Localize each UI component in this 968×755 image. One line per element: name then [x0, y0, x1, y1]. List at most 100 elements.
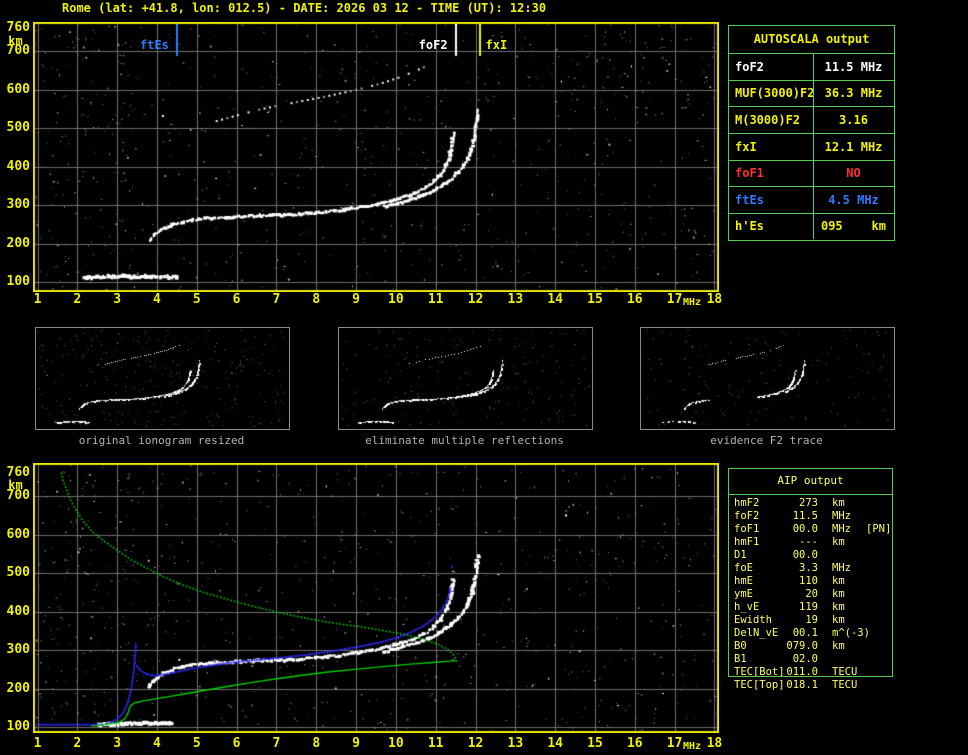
x-tick-label: 13: [507, 292, 524, 307]
y-tick-label: 200: [6, 680, 30, 696]
autoscala-value: 12.1 MHz: [824, 140, 883, 154]
x-tick-label: 16: [626, 292, 643, 307]
aip-value: 119: [799, 601, 818, 613]
autoscala-value: 3.16: [839, 113, 868, 127]
thumbnail-caption-original: original ionogram resized: [78, 434, 245, 447]
x-tick-label: 2: [73, 292, 82, 307]
aip-row: hmF1 --- km: [728, 536, 893, 549]
aip-value: 11.5: [792, 510, 818, 522]
x-tick-label: 5: [192, 736, 201, 751]
aip-row: foE 3.3 MHz: [728, 562, 893, 575]
x-tick-label: 6: [232, 736, 241, 751]
marker-label-fof2: foF2: [418, 38, 448, 52]
autoscala-row: h'Es 095 km: [729, 213, 894, 239]
thumbnail-original-ionogram: [35, 327, 290, 430]
x-axis-unit-label: MHz: [683, 297, 702, 308]
y-tick-label: 760: [6, 464, 30, 480]
aip-unit: km: [832, 575, 845, 587]
autoscala-row: MUF(3000)F2 36.3 MHz: [729, 80, 894, 106]
aip-unit: km: [832, 601, 845, 613]
aip-unit: MHz: [832, 523, 851, 535]
aip-unit: km: [832, 640, 845, 652]
aip-row: DelN_vE 00.1 m^(-3): [728, 627, 893, 640]
autoscala-label: MUF(3000)F2: [735, 86, 815, 100]
x-tick-label: 12: [467, 736, 484, 751]
aip-row: B0 079.0 km: [728, 640, 893, 653]
x-tick-label: 15: [587, 292, 603, 307]
x-tick-label: 10: [388, 292, 404, 307]
top-ionogram-canvas: [33, 22, 719, 292]
aip-row: B1 02.0: [728, 653, 893, 666]
x-tick-label: 17: [666, 736, 683, 751]
y-tick-label: 200: [6, 235, 30, 251]
autoscala-label: fxI: [735, 140, 757, 154]
thumbnail-evidence-canvas: [641, 328, 892, 427]
autoscala-row: foF2 11.5 MHz: [729, 53, 894, 80]
aip-row: ymE 20 km: [728, 588, 893, 601]
x-tick-label: 2: [73, 736, 82, 751]
aip-note: [PN]: [866, 523, 892, 535]
x-tick-label: 11: [427, 736, 444, 751]
autoscala-value: 4.5 MHz: [828, 193, 879, 207]
x-tick-label: 6: [232, 292, 241, 307]
aip-row: foF1 00.0 MHz [PN]: [728, 523, 893, 536]
autoscala-column-divider: [813, 53, 814, 239]
thumbnail-original-canvas: [36, 328, 287, 427]
x-tick-label: 5: [192, 292, 201, 307]
autoscala-label: ftEs: [735, 193, 764, 207]
thumbnail-eliminate-canvas: [339, 328, 590, 427]
aip-value: 00.1: [792, 627, 818, 639]
stage: Rome (lat: +41.8, lon: 012.5) - DATE: 20…: [0, 0, 968, 755]
autoscala-value: 095 km: [820, 219, 887, 233]
autoscala-value: 11.5 MHz: [824, 60, 883, 74]
aip-value: 011.0: [786, 666, 818, 678]
aip-row: foF2 11.5 MHz: [728, 510, 893, 523]
y-axis-unit-label: km: [8, 478, 23, 492]
aip-row: D1 00.0: [728, 549, 893, 562]
aip-row: TEC[Bot] 011.0 TECU: [728, 666, 893, 679]
x-tick-label: 3: [113, 292, 122, 307]
x-tick-label: 10: [388, 736, 404, 751]
aip-unit: MHz: [832, 562, 851, 574]
y-axis-unit-label: km: [8, 34, 23, 48]
autoscala-row: fxI 12.1 MHz: [729, 133, 894, 160]
x-tick-label: 4: [153, 736, 161, 751]
y-tick-label: 100: [6, 274, 30, 289]
autoscala-row: ftEs 4.5 MHz: [729, 186, 894, 213]
aip-value: 19: [805, 614, 818, 626]
aip-value: 00.0: [792, 549, 818, 561]
y-tick-label: 100: [6, 719, 30, 734]
x-tick-label: 9: [352, 736, 360, 751]
x-tick-label: 17: [666, 292, 683, 307]
aip-rows: hmF2 273 km foF2 11.5 MHz foF1 00.0 MHz [PN] hmF1-…: [728, 497, 893, 692]
x-tick-label: 7: [272, 292, 281, 307]
aip-row: h_vE 119 km: [728, 601, 893, 614]
aip-unit: km: [832, 614, 845, 626]
x-tick-label: 15: [587, 736, 603, 751]
aip-unit: m^(-3): [832, 627, 870, 639]
aip-value: 110: [799, 575, 818, 587]
autoscala-value: NO: [846, 166, 861, 180]
y-tick-label: 300: [6, 642, 30, 657]
x-tick-label: 1: [33, 736, 42, 751]
thumbnail-caption-eliminate: eliminate multiple reflections: [365, 434, 564, 447]
x-tick-label: 9: [352, 292, 360, 307]
bottom-ionogram-plot: [33, 463, 719, 733]
x-tick-label: 16: [626, 736, 643, 751]
aip-value: 079.0: [786, 640, 818, 652]
x-tick-label: 13: [507, 736, 524, 751]
top-ionogram-plot: [33, 22, 719, 292]
x-tick-label: 7: [272, 736, 281, 751]
aip-value: 018.1: [786, 679, 818, 691]
aip-unit: km: [832, 497, 845, 509]
x-tick-label: 4: [153, 292, 161, 307]
aip-row: Ewidth 19 km: [728, 614, 893, 627]
x-tick-label: 8: [312, 736, 321, 751]
x-tick-label: 14: [547, 736, 563, 751]
autoscala-row: M(3000)F2 3.16: [729, 106, 894, 133]
marker-label-ftes: ftEs: [139, 38, 169, 52]
y-tick-label: 600: [6, 81, 30, 97]
aip-row: hmF2 273 km: [728, 497, 893, 510]
y-tick-label: 600: [6, 526, 30, 542]
aip-value: 20: [805, 588, 818, 600]
